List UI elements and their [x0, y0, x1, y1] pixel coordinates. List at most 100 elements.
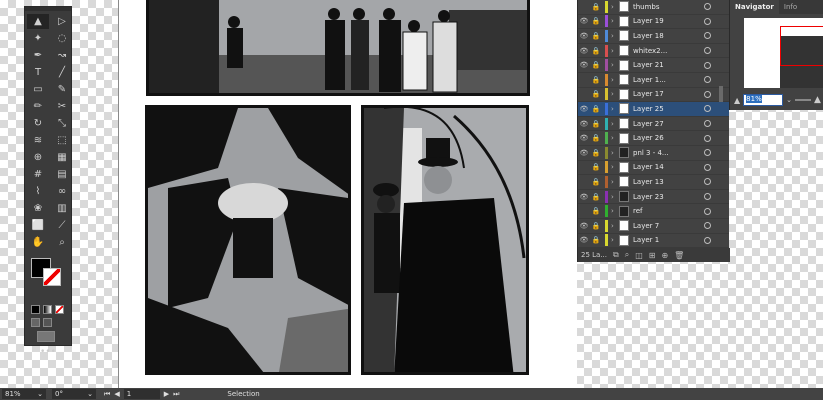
symbol-sprayer-tool[interactable]: ❀	[27, 201, 49, 216]
layer-name[interactable]: Layer 26	[633, 134, 704, 142]
layer-row[interactable]: 👁 🔒 › Layer 21	[578, 58, 729, 73]
navigator-view-box[interactable]	[780, 26, 823, 66]
layer-row[interactable]: 🔒 › Layer 14	[578, 161, 729, 176]
expand-arrow-icon[interactable]: ›	[611, 90, 619, 98]
visibility-eye-icon[interactable]: 👁	[578, 17, 590, 25]
layer-name[interactable]: Layer 13	[633, 178, 704, 186]
layer-name[interactable]: Layer 27	[633, 120, 704, 128]
layer-target-icon[interactable]	[704, 32, 711, 40]
lock-icon[interactable]: 🔒	[590, 236, 602, 244]
layers-scrollbar[interactable]	[719, 86, 723, 102]
expand-arrow-icon[interactable]: ›	[611, 134, 619, 142]
zoom-out-icon[interactable]: ▲	[734, 96, 740, 105]
expand-arrow-icon[interactable]: ›	[611, 178, 619, 186]
visibility-eye-icon[interactable]: 👁	[578, 105, 590, 113]
layer-name[interactable]: Layer 1	[633, 236, 704, 244]
layer-name[interactable]: Layer 7	[633, 222, 704, 230]
expand-arrow-icon[interactable]: ›	[611, 17, 619, 25]
layer-target-icon[interactable]	[704, 236, 711, 244]
lock-icon[interactable]: 🔒	[590, 178, 602, 186]
expand-arrow-icon[interactable]: ›	[611, 149, 619, 157]
expand-arrow-icon[interactable]: ›	[611, 163, 619, 171]
lock-icon[interactable]: 🔒	[590, 222, 602, 230]
layer-target-icon[interactable]	[704, 207, 711, 215]
expand-arrow-icon[interactable]: ›	[611, 120, 619, 128]
collect-export-icon[interactable]: ⧉	[613, 250, 619, 260]
lock-icon[interactable]: 🔒	[590, 3, 602, 11]
layer-target-icon[interactable]	[704, 193, 711, 201]
zoom-dropdown-icon[interactable]: ⌄	[786, 96, 792, 104]
layer-target-icon[interactable]	[704, 17, 711, 25]
prev-artboard-icon[interactable]: ◀	[114, 390, 119, 398]
new-layer-icon[interactable]: ⊕	[661, 251, 668, 260]
slice-tool[interactable]: ⟋	[51, 218, 73, 233]
lock-icon[interactable]: 🔒	[590, 193, 602, 201]
gradient-tool[interactable]: ▤	[51, 167, 73, 182]
scissors-tool[interactable]: ✂	[51, 99, 73, 114]
layer-name[interactable]: Layer 17	[633, 90, 704, 98]
zoom-in-icon[interactable]: ▲	[814, 95, 821, 105]
layer-row[interactable]: 👁 🔒 › Layer 1	[578, 234, 729, 249]
lock-icon[interactable]: 🔒	[590, 76, 602, 84]
layer-row[interactable]: 👁 🔒 › Layer 18	[578, 29, 729, 44]
locate-object-icon[interactable]: ⌕	[625, 250, 629, 260]
layer-name[interactable]: ref	[633, 207, 704, 215]
zoom-tool[interactable]: ⌕	[51, 235, 73, 250]
expand-arrow-icon[interactable]: ›	[611, 32, 619, 40]
direct-selection-tool[interactable]: ▷	[51, 14, 73, 29]
hand-tool[interactable]: ✋	[27, 235, 49, 250]
layer-name[interactable]: Layer 1...	[633, 76, 704, 84]
warp-tool[interactable]: ≋	[27, 133, 49, 148]
perspective-grid-tool[interactable]: ▦	[51, 150, 73, 165]
status-rotation[interactable]: 0° ⌄	[52, 389, 96, 399]
layer-name[interactable]: thumbs	[633, 3, 704, 11]
visibility-eye-icon[interactable]: 👁	[578, 149, 590, 157]
line-tool[interactable]: ╱	[51, 65, 73, 80]
layer-row[interactable]: 🔒 › Layer 17	[578, 88, 729, 103]
layer-target-icon[interactable]	[704, 163, 711, 171]
comic-panel-top[interactable]	[146, 0, 530, 96]
rectangle-tool[interactable]: ▭	[27, 82, 49, 97]
lock-icon[interactable]: 🔒	[590, 207, 602, 215]
layer-target-icon[interactable]	[704, 222, 711, 230]
gradient-mode-icon[interactable]	[43, 305, 52, 314]
scale-tool[interactable]: ⤡	[51, 116, 73, 131]
stroke-swatch[interactable]	[43, 268, 61, 286]
visibility-eye-icon[interactable]: 👁	[578, 134, 590, 142]
lock-icon[interactable]: 🔒	[590, 134, 602, 142]
visibility-eye-icon[interactable]: 👁	[578, 47, 590, 55]
layer-name[interactable]: Layer 14	[633, 163, 704, 171]
tab-info[interactable]: Info	[779, 0, 802, 14]
zoom-slider[interactable]	[795, 99, 812, 101]
layer-target-icon[interactable]	[704, 149, 711, 157]
layer-target-icon[interactable]	[704, 134, 711, 142]
layer-name[interactable]: Layer 21	[633, 61, 704, 69]
pen-tool[interactable]: ✒	[27, 48, 49, 63]
visibility-eye-icon[interactable]: 👁	[578, 236, 590, 244]
layer-target-icon[interactable]	[704, 178, 711, 186]
magic-wand-tool[interactable]: ✦	[27, 31, 49, 46]
status-zoom[interactable]: 81% ⌄	[2, 389, 46, 399]
layer-target-icon[interactable]	[704, 76, 711, 84]
layer-name[interactable]: Layer 19	[633, 17, 704, 25]
lock-icon[interactable]: 🔒	[590, 61, 602, 69]
layer-row[interactable]: 👁 🔒 › whitex2...	[578, 44, 729, 59]
lock-icon[interactable]: 🔒	[590, 105, 602, 113]
next-artboard-icon[interactable]: ▶	[164, 390, 169, 398]
layer-row[interactable]: 👁 🔒 › pnl 3 - 4...	[578, 146, 729, 161]
expand-arrow-icon[interactable]: ›	[611, 47, 619, 55]
screen-mode-icon[interactable]	[37, 331, 55, 342]
comic-panel-bottom-right[interactable]	[361, 105, 529, 375]
layer-row[interactable]: 🔒 › thumbs	[578, 0, 729, 15]
draw-behind-icon[interactable]	[43, 318, 52, 327]
layer-target-icon[interactable]	[704, 105, 711, 113]
clipping-mask-icon[interactable]: ◫	[635, 251, 643, 260]
layer-row[interactable]: 👁 🔒 › Layer 19	[578, 15, 729, 30]
delete-layer-icon[interactable]: 🗑	[674, 251, 684, 260]
lock-icon[interactable]: 🔒	[590, 17, 602, 25]
layer-row[interactable]: 🔒 › Layer 13	[578, 175, 729, 190]
lock-icon[interactable]: 🔒	[590, 90, 602, 98]
layer-row[interactable]: 👁 🔒 › Layer 25	[578, 102, 729, 117]
zoom-input[interactable]: 81%	[743, 94, 784, 106]
layer-name[interactable]: Layer 23	[633, 193, 704, 201]
